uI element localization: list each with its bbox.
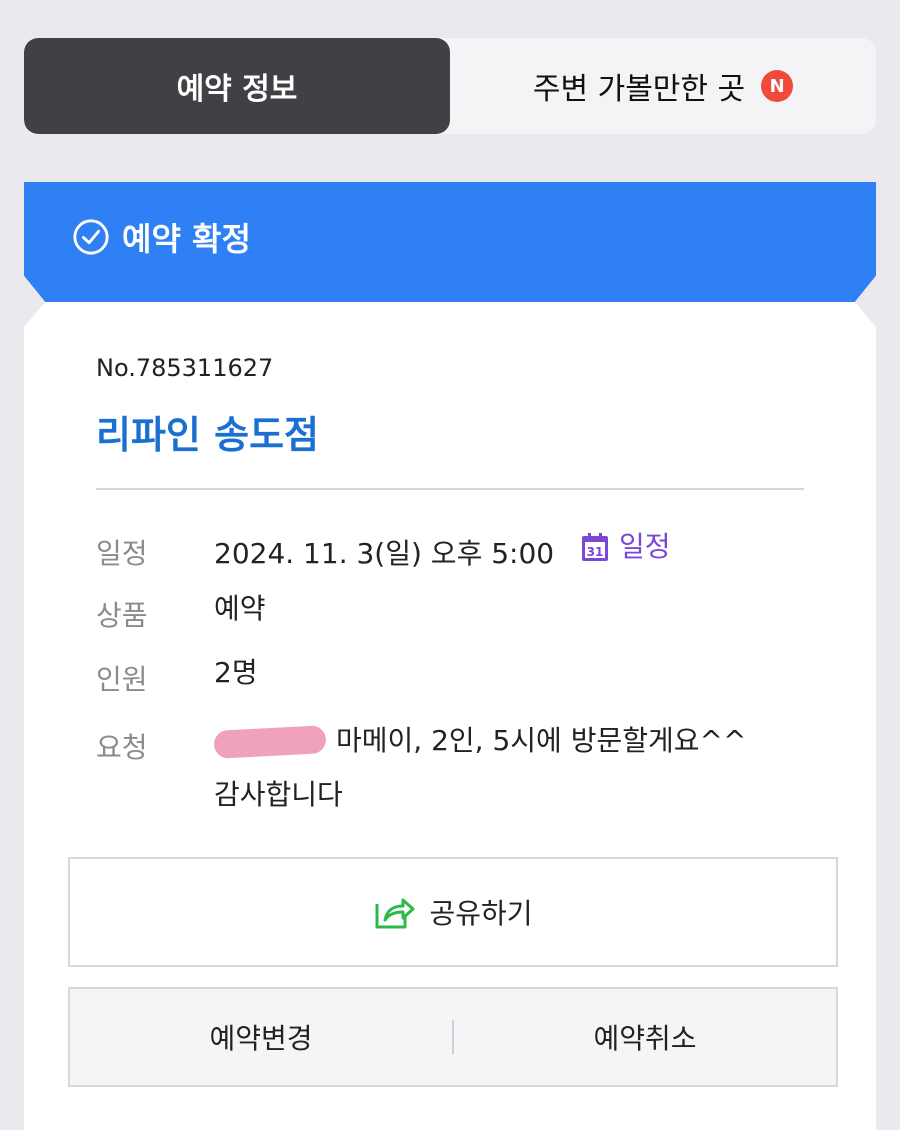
check-circle-icon: [73, 219, 109, 255]
status-label: 예약 확정: [122, 220, 251, 258]
schedule-label: 일정: [96, 537, 148, 570]
cancel-reservation-button[interactable]: 예약취소: [454, 1017, 836, 1057]
schedule-value: 2024. 11. 3(일) 오후 5:00 31 일정: [214, 520, 671, 581]
status-banner: 예약 확정: [24, 182, 876, 302]
request-row: 요청 마메이, 2인, 5시에 방문할게요^^ 감사합니다: [96, 724, 746, 822]
store-name: 리파인 송도점: [96, 413, 319, 457]
reservation-card: No.785311627 리파인 송도점 일정 2024. 11. 3(일) 오…: [24, 302, 876, 1130]
calendar-icon: 31: [582, 533, 609, 561]
share-button[interactable]: 공유하기: [68, 857, 838, 967]
divider: [96, 488, 804, 490]
people-row: 인원 2명: [96, 656, 258, 700]
people-label: 인원: [96, 663, 148, 696]
schedule-datetime: 2024. 11. 3(일) 오후 5:00: [214, 537, 555, 570]
tab-reservation-info-label: 예약 정보: [176, 72, 298, 107]
svg-text:31: 31: [587, 545, 604, 559]
schedule-row: 일정 2024. 11. 3(일) 오후 5:00 31 일정: [96, 530, 671, 581]
new-badge: N: [761, 70, 794, 102]
request-value: 마메이, 2인, 5시에 방문할게요^^ 감사합니다: [213, 714, 747, 822]
tab-nearby-places[interactable]: 주변 가볼만한 곳 N: [450, 38, 876, 134]
add-to-calendar-link[interactable]: 31 일정: [579, 520, 671, 574]
tab-reservation-info[interactable]: 예약 정보: [24, 38, 450, 134]
reservation-actions: 예약변경 예약취소: [68, 987, 838, 1087]
request-label: 요청: [96, 731, 148, 764]
tab-bar: 예약 정보 주변 가볼만한 곳 N: [24, 38, 876, 134]
share-button-label: 공유하기: [429, 897, 533, 930]
tab-nearby-places-label: 주변 가볼만한 곳: [532, 72, 746, 107]
product-label: 상품: [96, 599, 148, 632]
calendar-link-label: 일정: [619, 530, 671, 563]
request-text-line2: 감사합니다: [214, 778, 343, 811]
reservation-number: No.785311627: [96, 354, 274, 382]
people-value: 2명: [214, 656, 258, 689]
product-value: 예약: [214, 592, 266, 625]
redacted-mark: [213, 725, 327, 759]
change-reservation-button[interactable]: 예약변경: [70, 1017, 452, 1057]
request-text: 마메이, 2인, 5시에 방문할게요^^: [336, 724, 747, 757]
share-icon: [375, 898, 415, 929]
product-row: 상품 예약: [96, 592, 266, 636]
